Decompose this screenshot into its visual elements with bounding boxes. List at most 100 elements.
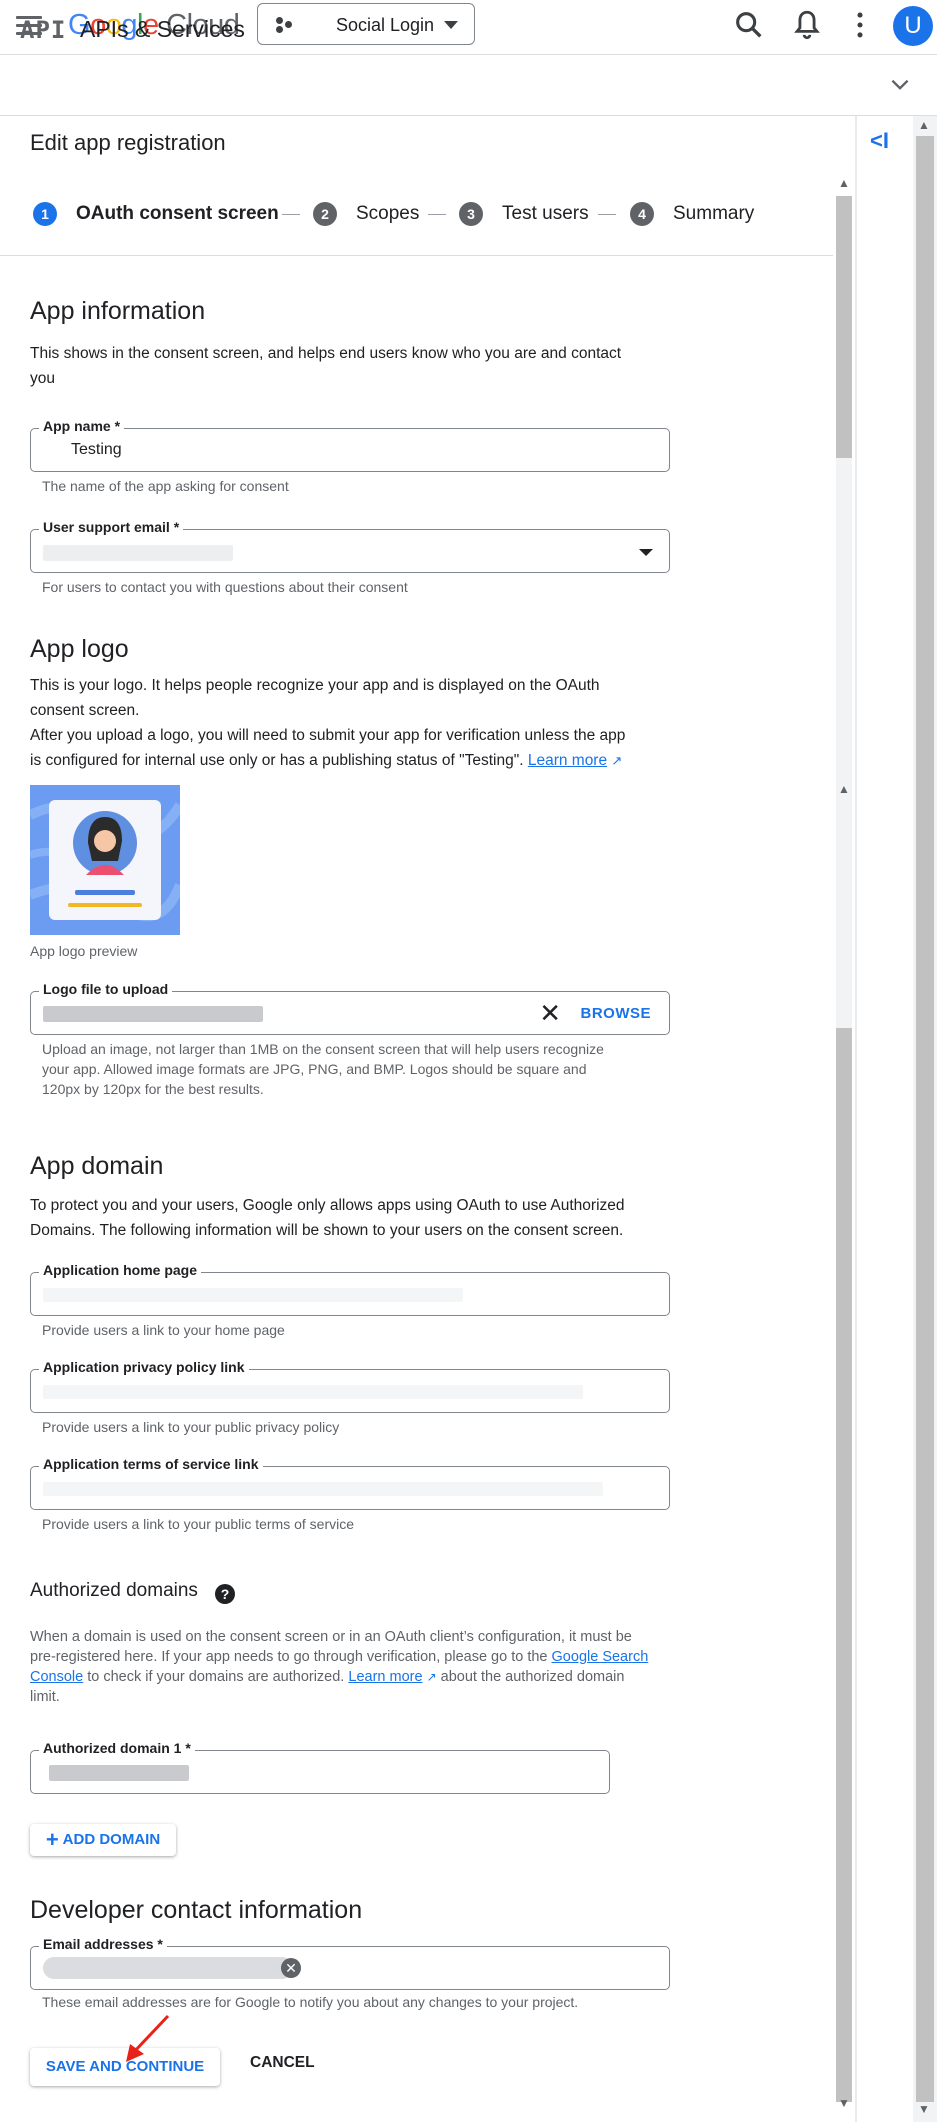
remove-chip-icon[interactable]: ✕ xyxy=(281,1958,301,1978)
developer-contact-heading: Developer contact information xyxy=(30,1896,363,1924)
home-page-hint: Provide users a link to your home page xyxy=(42,1322,285,1338)
search-icon[interactable] xyxy=(732,8,766,42)
account-avatar[interactable]: U xyxy=(893,6,933,46)
app-information-heading: App information xyxy=(30,297,206,325)
step-label: Scopes xyxy=(356,203,420,224)
desc-line: This shows in the consent screen, and he… xyxy=(30,345,622,362)
add-domain-button[interactable]: + ADD DOMAIN xyxy=(30,1824,176,1856)
scroll-down-arrow-icon[interactable]: ▼ xyxy=(918,2102,930,2116)
desc-line: consent screen. xyxy=(30,702,140,719)
redacted-domain xyxy=(49,1765,189,1781)
app-logo-desc: This is your logo. It helps people recog… xyxy=(30,673,625,773)
external-link-icon: ↗ xyxy=(611,753,623,768)
home-page-field[interactable]: Application home page xyxy=(30,1262,670,1316)
project-dots-icon xyxy=(276,17,294,33)
step-indicator: 1 OAuth consent screen 2 Scopes 3 Test u… xyxy=(0,175,833,256)
step-oauth-consent[interactable]: 1 OAuth consent screen xyxy=(33,202,279,226)
authorized-domain-1-field[interactable]: Authorized domain 1 * xyxy=(30,1740,610,1794)
step-scopes[interactable]: 2 Scopes xyxy=(313,202,419,226)
privacy-policy-label: Application privacy policy link xyxy=(39,1359,249,1375)
desc-line: limit. xyxy=(30,1689,60,1705)
app-name-label: App name * xyxy=(39,418,125,434)
learn-more-link[interactable]: Learn more xyxy=(528,752,607,769)
scroll-up-arrow-icon[interactable]: ▲ xyxy=(838,176,850,190)
home-page-label: Application home page xyxy=(39,1262,202,1278)
project-name: Social Login xyxy=(336,15,435,35)
notifications-bell-icon[interactable] xyxy=(790,8,824,42)
plus-icon: + xyxy=(45,1827,59,1852)
developer-email-hint: These email addresses are for Google to … xyxy=(42,1994,579,2010)
authorized-domains-desc: When a domain is used on the consent scr… xyxy=(30,1627,680,1707)
desc-line: When a domain is used on the consent scr… xyxy=(30,1629,632,1645)
step-label: OAuth consent screen xyxy=(76,203,279,224)
app-domain-heading: App domain xyxy=(30,1152,164,1180)
developer-email-field[interactable]: Email addresses * ✕ xyxy=(30,1936,670,1990)
app-name-input[interactable]: Testing xyxy=(71,441,122,459)
scroll-up-arrow-icon[interactable]: ▲ xyxy=(838,782,850,796)
desc-line: This is your logo. It helps people recog… xyxy=(30,677,600,694)
step-number: 3 xyxy=(459,202,483,226)
step-connector xyxy=(598,214,616,215)
cancel-button[interactable]: CANCEL xyxy=(250,2054,315,2072)
page-title: Edit app registration xyxy=(30,130,226,155)
desc-text: to check if your domains are authorized. xyxy=(87,1669,345,1685)
page-scrollbar-thumb[interactable] xyxy=(916,136,934,2102)
step-label: Summary xyxy=(673,203,755,224)
terms-of-service-label: Application terms of service link xyxy=(39,1456,263,1472)
learn-more-link[interactable]: Learn more xyxy=(348,1669,422,1685)
hint-line: your app. Allowed image formats are JPG,… xyxy=(42,1061,587,1077)
authorized-domain-1-label: Authorized domain 1 * xyxy=(39,1740,195,1756)
developer-email-label: Email addresses * xyxy=(39,1936,167,1952)
chevron-down-icon[interactable] xyxy=(887,75,913,100)
app-logo-preview-image xyxy=(27,785,185,935)
hint-line: Upload an image, not larger than 1MB on … xyxy=(42,1041,604,1057)
scroll-down-arrow-icon[interactable]: ▼ xyxy=(838,2096,850,2110)
clear-file-icon[interactable]: ✕ xyxy=(539,1000,561,1026)
more-vert-icon[interactable] xyxy=(843,8,877,42)
logo-file-hint: Upload an image, not larger than 1MB on … xyxy=(42,1039,604,1099)
user-support-email-select[interactable]: User support email * xyxy=(30,519,670,573)
content-scrollbar-thumb[interactable] xyxy=(836,458,852,1028)
email-chip[interactable] xyxy=(43,1957,293,1979)
right-panel-divider xyxy=(855,116,857,2122)
api-services-title[interactable]: APIs & Services xyxy=(80,16,245,43)
desc-line: you xyxy=(30,370,55,387)
app-domain-desc: To protect you and your users, Google on… xyxy=(30,1193,625,1243)
add-domain-label: ADD DOMAIN xyxy=(62,1831,161,1848)
logo-file-field[interactable]: Logo file to upload ✕ BROWSE xyxy=(30,981,670,1035)
app-name-hint: The name of the app asking for consent xyxy=(42,478,289,494)
api-services-bar xyxy=(0,55,937,116)
google-search-console-link[interactable]: Console xyxy=(30,1669,83,1685)
redacted-url xyxy=(43,1288,463,1302)
help-icon[interactable]: ? xyxy=(215,1584,235,1604)
app-information-desc: This shows in the consent screen, and he… xyxy=(30,341,621,391)
external-link-icon: ↗ xyxy=(426,1670,437,1684)
terms-of-service-hint: Provide users a link to your public term… xyxy=(42,1516,355,1532)
step-number: 1 xyxy=(33,202,57,226)
privacy-policy-field[interactable]: Application privacy policy link xyxy=(30,1359,670,1413)
desc-line: pre-registered here. If your app needs t… xyxy=(30,1649,548,1665)
privacy-policy-hint: Provide users a link to your public priv… xyxy=(42,1419,340,1435)
browse-button[interactable]: BROWSE xyxy=(581,1005,652,1022)
project-selector[interactable]: Social Login xyxy=(257,3,475,45)
step-test-users[interactable]: 3 Test users xyxy=(459,202,589,226)
terms-of-service-field[interactable]: Application terms of service link xyxy=(30,1456,670,1510)
google-search-console-link[interactable]: Google Search xyxy=(552,1649,649,1665)
step-summary[interactable]: 4 Summary xyxy=(630,202,754,226)
user-support-email-hint: For users to contact you with questions … xyxy=(42,579,408,595)
scroll-up-arrow-icon[interactable]: ▲ xyxy=(918,118,930,132)
dropdown-arrow-icon xyxy=(639,549,653,556)
step-number: 4 xyxy=(630,202,654,226)
collapse-panel-icon[interactable]: <I xyxy=(870,128,889,154)
redacted-email xyxy=(43,545,233,561)
api-logo: API xyxy=(20,16,67,44)
logo-file-label: Logo file to upload xyxy=(39,981,173,997)
step-label: Test users xyxy=(502,203,589,224)
desc-line: Domains. The following information will … xyxy=(30,1222,624,1239)
redacted-url xyxy=(43,1385,583,1399)
redacted-url xyxy=(43,1482,603,1496)
step-number: 2 xyxy=(313,202,337,226)
app-name-field[interactable]: App name * Testing xyxy=(30,418,670,472)
caret-down-icon xyxy=(444,21,458,29)
hint-line: 120px by 120px for the best results. xyxy=(42,1081,264,1097)
